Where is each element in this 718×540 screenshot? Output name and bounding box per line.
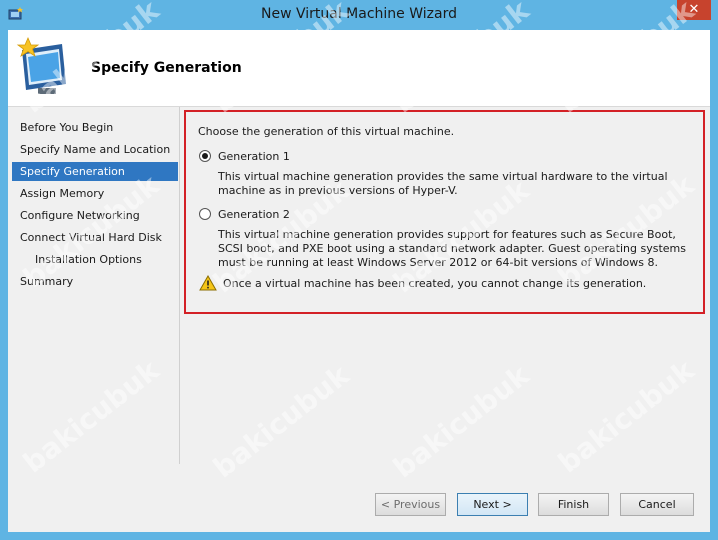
radio-selected-dot — [202, 153, 208, 159]
wizard-step-list: Before You Begin Specify Name and Locati… — [8, 107, 180, 464]
generation-options-panel: Choose the generation of this virtual ma… — [184, 110, 705, 314]
close-button[interactable]: ✕ — [677, 0, 711, 20]
generation-1-label[interactable]: Generation 1 — [218, 150, 290, 163]
wizard-client: Specify Generation Before You Begin Spec… — [8, 30, 710, 532]
generation-prompt: Choose the generation of this virtual ma… — [198, 125, 455, 138]
nav-item-specify-name-location[interactable]: Specify Name and Location — [12, 140, 178, 159]
page-title: Specify Generation — [91, 60, 242, 76]
next-button[interactable]: Next > — [457, 493, 528, 516]
generation-1-description: This virtual machine generation provides… — [218, 170, 668, 197]
generation-1-radio[interactable] — [199, 150, 211, 162]
nav-item-summary[interactable]: Summary — [12, 272, 178, 291]
generation-2-description: This virtual machine generation provides… — [218, 228, 686, 269]
generation-2-radio[interactable] — [199, 208, 211, 220]
title-bar[interactable]: New Virtual Machine Wizard ✕ — [0, 0, 718, 30]
nav-item-before-you-begin[interactable]: Before You Begin — [12, 118, 178, 137]
window-title: New Virtual Machine Wizard — [261, 6, 457, 22]
finish-button[interactable]: Finish — [538, 493, 609, 516]
wizard-window: New Virtual Machine Wizard ✕ Specify Gen… — [0, 0, 718, 540]
nav-item-connect-virtual-hard-disk[interactable]: Connect Virtual Hard Disk — [12, 228, 178, 247]
virtual-machine-icon — [16, 36, 66, 94]
generation-warning-text: Once a virtual machine has been created,… — [223, 277, 647, 290]
nav-item-installation-options[interactable]: Installation Options — [12, 250, 178, 269]
cancel-button[interactable]: Cancel — [620, 493, 694, 516]
generation-2-label[interactable]: Generation 2 — [218, 208, 290, 221]
previous-button[interactable]: < Previous — [375, 493, 446, 516]
nav-item-assign-memory[interactable]: Assign Memory — [12, 184, 178, 203]
nav-item-configure-networking[interactable]: Configure Networking — [12, 206, 178, 225]
nav-item-specify-generation[interactable]: Specify Generation — [12, 162, 178, 181]
warning-icon — [199, 275, 217, 291]
wizard-header: Specify Generation — [8, 30, 710, 107]
